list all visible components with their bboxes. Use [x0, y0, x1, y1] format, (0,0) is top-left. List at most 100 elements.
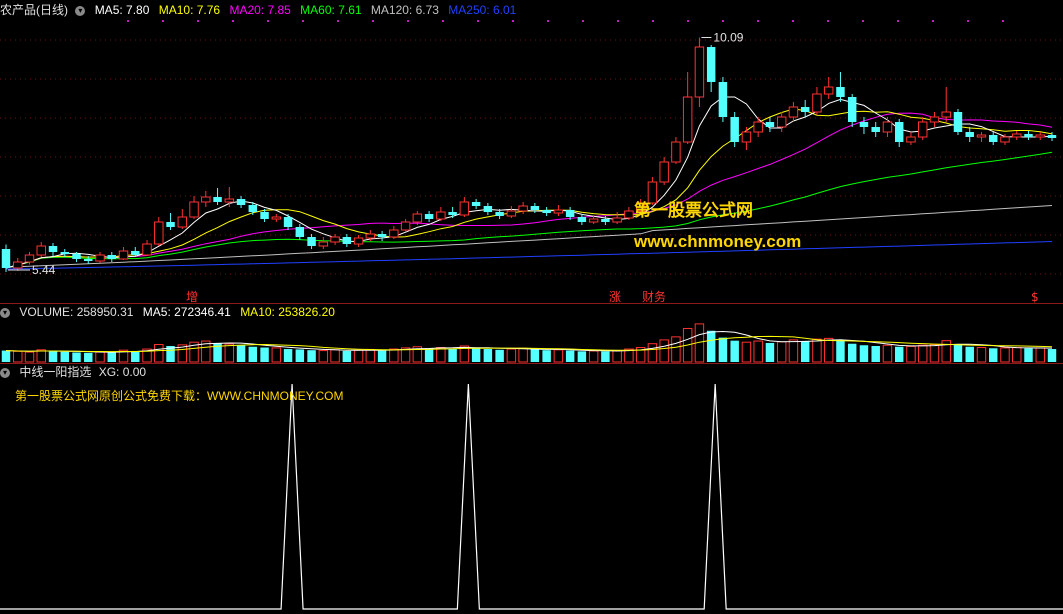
candle-body-up: [553, 209, 564, 214]
volume-bar-down: [84, 352, 93, 362]
volume-bar-down: [953, 344, 963, 362]
signal-dot: [932, 20, 934, 22]
volume-bar-up: [271, 347, 282, 363]
candle-body-down: [530, 206, 540, 210]
candle-body-up: [682, 96, 693, 143]
volume-bar-up: [224, 343, 235, 363]
candle-body-down: [965, 132, 974, 137]
candle-body-down: [295, 227, 305, 237]
volume-bar-up: [154, 343, 164, 363]
volume-bar-down: [48, 350, 58, 362]
signal-dot: [547, 20, 549, 22]
candle-body-up: [776, 116, 787, 128]
candle-body-down: [706, 47, 716, 82]
candle-body-down: [48, 246, 58, 252]
volume-bar-up: [365, 348, 376, 363]
volume-bar-down: [1024, 348, 1033, 362]
volume-bar-down: [248, 346, 258, 362]
signal-dot: [582, 20, 584, 22]
candle-body-down: [283, 217, 293, 227]
tag-zeng[interactable]: 增: [186, 290, 198, 304]
volume-bar-down: [448, 348, 457, 362]
candle-body-down: [718, 82, 728, 117]
candle-body-up: [929, 116, 940, 123]
volume-bar-up: [1012, 347, 1022, 363]
volume-bar-up: [753, 340, 763, 363]
volume-bar-down: [530, 349, 540, 362]
candle-body-up: [659, 161, 669, 183]
signal-dot: [407, 20, 409, 22]
candle-body-down: [377, 234, 387, 237]
signal-dot: [337, 20, 339, 22]
chart-annotations: 10.09 5.44 增 涨 财务 $: [32, 31, 1039, 305]
high-price-label: 10.09: [713, 31, 743, 45]
volume-bar-up: [95, 351, 105, 363]
volume-bar-down: [800, 341, 810, 362]
candle-body-down: [166, 222, 175, 227]
volume-bar-down: [765, 342, 775, 362]
volume-bar-up: [353, 349, 364, 363]
volume-bar-down: [718, 337, 728, 362]
volume-bar-up: [318, 350, 329, 363]
candle-body-down: [1024, 134, 1033, 137]
volume-bar-down: [965, 346, 974, 362]
candle-body-down: [213, 197, 222, 202]
volume-bar-up: [1000, 347, 1010, 363]
candle-body-up: [142, 243, 152, 256]
signal-dot: [722, 20, 724, 22]
volume-bar-up: [24, 351, 35, 363]
candle-body-up: [882, 121, 893, 133]
volume-bar-up: [776, 341, 787, 363]
volume-bar-down: [730, 340, 739, 362]
volume-bar-down: [894, 346, 904, 362]
candle-body-up: [400, 221, 411, 231]
volume-bar-down: [706, 330, 716, 362]
volume-bar-down: [989, 348, 998, 362]
volume-bar-up: [588, 350, 599, 363]
candle-body-up: [941, 111, 951, 118]
volume-bar-up: [671, 336, 681, 363]
candle-body-down: [894, 122, 904, 142]
volume-bar-down: [107, 351, 117, 362]
volume-bar-up: [553, 349, 564, 363]
candle-body-down: [260, 212, 269, 219]
candle-body-up: [812, 93, 822, 113]
volume-bar-down: [836, 339, 845, 362]
candle-body-up: [906, 136, 916, 143]
signal-dot: [827, 20, 829, 22]
signal-dot: [197, 20, 199, 22]
volume-bar-up: [823, 337, 834, 363]
tag-caiwu[interactable]: 财务: [642, 289, 666, 304]
watermark-url: www.chnmoney.com: [634, 232, 802, 251]
candle-body-down: [1, 249, 11, 268]
candle-body-down: [577, 217, 587, 222]
candle-body-up: [224, 198, 235, 203]
volume-bar-down: [260, 347, 269, 362]
volume-bar-down: [847, 343, 857, 362]
stock-chart[interactable]: 10.09 5.44 增 涨 财务 $: [0, 0, 1063, 614]
volume-bar-up: [976, 347, 987, 363]
volume-bar-down: [859, 345, 869, 362]
signal-dot: [652, 20, 654, 22]
volume-bar-up: [906, 345, 916, 363]
volume-bar-down: [871, 346, 880, 362]
volume-bar-down: [495, 349, 504, 362]
volume-bar-up: [882, 344, 893, 363]
candle-body-up: [459, 201, 470, 216]
candle-body-down: [342, 237, 352, 244]
candle-body-up: [506, 210, 517, 217]
candle-body-down: [483, 206, 493, 212]
tag-zhang[interactable]: 涨: [609, 289, 621, 304]
signal-dot: [1002, 20, 1004, 22]
candle-body-up: [365, 233, 376, 239]
volume-bar-up: [13, 350, 23, 363]
volume-bar-down: [424, 348, 434, 362]
signal-dot: [127, 20, 129, 22]
tag-dollar[interactable]: $: [1031, 290, 1039, 304]
low-price-label: 5.44: [32, 263, 56, 277]
signal-dot: [617, 20, 619, 22]
candle-body-up: [177, 216, 188, 228]
candle-body-down: [953, 112, 963, 132]
candle-body-down: [730, 117, 739, 142]
candle-body-down: [307, 237, 316, 246]
